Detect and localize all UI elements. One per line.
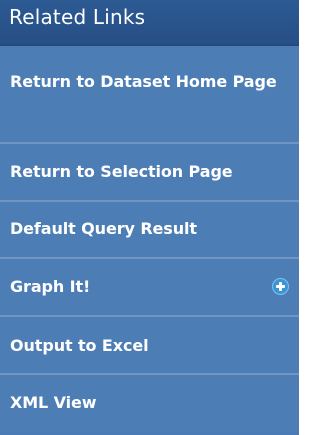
related-links-panel: Related Links Return to Dataset Home Pag…	[0, 0, 299, 435]
panel-title: Related Links	[9, 5, 146, 29]
link-return-selection[interactable]: Return to Selection Page	[0, 144, 299, 202]
plus-circle-icon[interactable]	[272, 278, 289, 295]
link-label[interactable]: Return to Selection Page	[0, 160, 299, 184]
link-label[interactable]: Output to Excel	[0, 334, 299, 358]
link-graph-it[interactable]: Graph It!	[0, 259, 299, 317]
link-label[interactable]: XML View	[0, 391, 299, 415]
link-label[interactable]: Return to Dataset Home Page	[0, 70, 299, 94]
panel-header: Related Links	[0, 0, 299, 46]
link-output-to-excel[interactable]: Output to Excel	[0, 317, 299, 375]
link-label[interactable]: Graph It!	[0, 275, 299, 299]
link-return-dataset-home[interactable]: Return to Dataset Home Page	[0, 46, 299, 144]
link-label[interactable]: Default Query Result	[0, 217, 299, 241]
link-xml-view[interactable]: XML View	[0, 375, 299, 431]
related-links-list: Return to Dataset Home Page Return to Se…	[0, 46, 299, 431]
link-default-query-result[interactable]: Default Query Result	[0, 202, 299, 259]
